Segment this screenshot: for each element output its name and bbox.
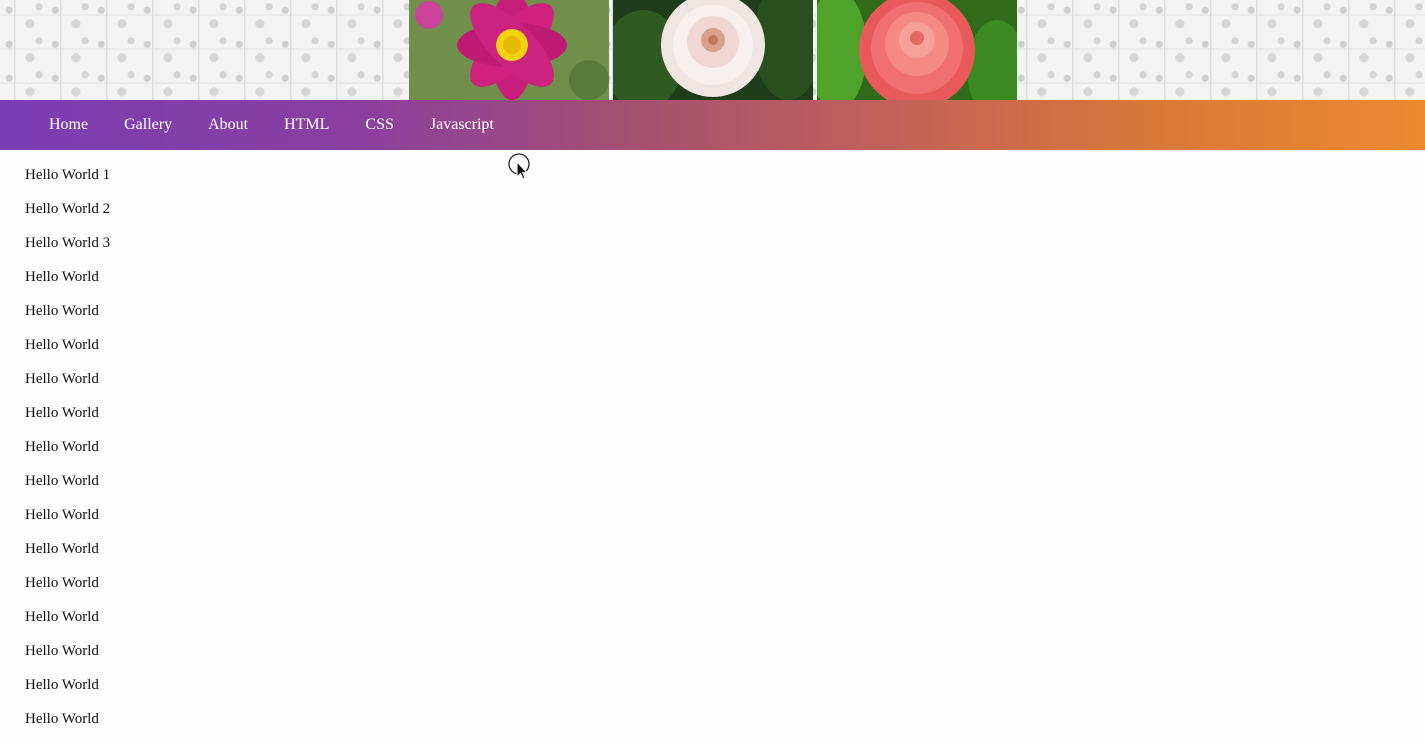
- content-line: Hello World: [25, 337, 99, 353]
- nav-menu: Home Gallery About HTML CSS Javascript: [31, 100, 512, 150]
- photo-strip: [409, 0, 1017, 100]
- content-line: Hello World: [25, 269, 99, 285]
- header-banner: [0, 0, 1425, 100]
- content-line: Hello World: [25, 439, 99, 455]
- content-line: Hello World 3: [25, 235, 111, 251]
- nav-item-css[interactable]: CSS: [347, 100, 411, 150]
- content-line: Hello World: [25, 405, 99, 421]
- main-navbar: Home Gallery About HTML CSS Javascript: [0, 100, 1425, 150]
- content-line: Hello World: [25, 507, 99, 523]
- nav-item-javascript[interactable]: Javascript: [412, 100, 512, 150]
- content-list: Hello World 1 Hello World 2 Hello World …: [25, 165, 110, 743]
- content-line: Hello World: [25, 303, 99, 319]
- content-line: Hello World: [25, 371, 99, 387]
- pink-cosmos-photo: [409, 0, 609, 100]
- content-line: Hello World 1: [25, 167, 111, 183]
- white-dahlia-photo: [613, 0, 813, 100]
- content-line: Hello World 2: [25, 201, 111, 217]
- nav-item-html[interactable]: HTML: [266, 100, 347, 150]
- nav-item-home[interactable]: Home: [31, 100, 106, 150]
- content-line: Hello World: [25, 575, 99, 591]
- content-line: Hello World: [25, 643, 99, 659]
- content-line: Hello World: [25, 609, 99, 625]
- coral-dahlia-photo: [817, 0, 1017, 100]
- content-line: Hello World: [25, 473, 99, 489]
- content-line: Hello World: [25, 541, 99, 557]
- mouse-cursor-icon: [508, 153, 530, 180]
- nav-item-gallery[interactable]: Gallery: [106, 100, 190, 150]
- content-line: Hello World: [25, 677, 99, 693]
- nav-item-about[interactable]: About: [190, 100, 266, 150]
